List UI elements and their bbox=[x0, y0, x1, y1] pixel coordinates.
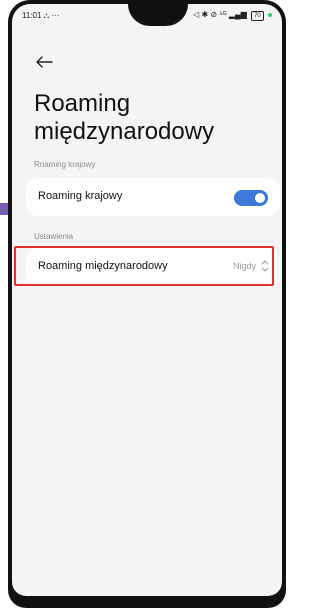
signal-icon: ▂▄▆ bbox=[228, 10, 247, 19]
battery-icon: 70 bbox=[251, 11, 264, 21]
domestic-roaming-row[interactable]: Roaming krajowy bbox=[26, 178, 280, 216]
screen: 11:01 ⛬ ··· ◁ ✱ ⊘ ⁵ᴳ ▂▄▆ 70 Roaming międ… bbox=[12, 4, 282, 596]
status-time: 11:01 bbox=[22, 11, 42, 20]
domestic-roaming-label: Roaming krajowy bbox=[38, 190, 123, 202]
section-label-settings: Ustawienia bbox=[34, 232, 74, 241]
highlight-frame bbox=[14, 246, 274, 286]
page-title: Roaming międzynarodowy bbox=[34, 90, 215, 145]
status-left: 11:01 ⛬ ··· bbox=[22, 11, 60, 21]
status-right: ◁ ✱ ⊘ ⁵ᴳ ▂▄▆ 70 bbox=[193, 10, 272, 21]
status-system-icons: ◁ ✱ ⊘ ⁵ᴳ bbox=[193, 10, 227, 19]
back-arrow-icon[interactable] bbox=[34, 54, 54, 70]
status-notification-icons: ⛬ ··· bbox=[43, 11, 60, 20]
privacy-dot-icon bbox=[268, 12, 272, 17]
domestic-roaming-toggle[interactable] bbox=[234, 190, 268, 206]
toggle-knob bbox=[255, 193, 265, 203]
section-label-domestic: Roaming krajowy bbox=[34, 160, 96, 169]
phone-frame: 11:01 ⛬ ··· ◁ ✱ ⊘ ⁵ᴳ ▂▄▆ 70 Roaming międ… bbox=[8, 0, 286, 608]
status-bar: 11:01 ⛬ ··· ◁ ✱ ⊘ ⁵ᴳ ▂▄▆ 70 bbox=[12, 4, 282, 28]
